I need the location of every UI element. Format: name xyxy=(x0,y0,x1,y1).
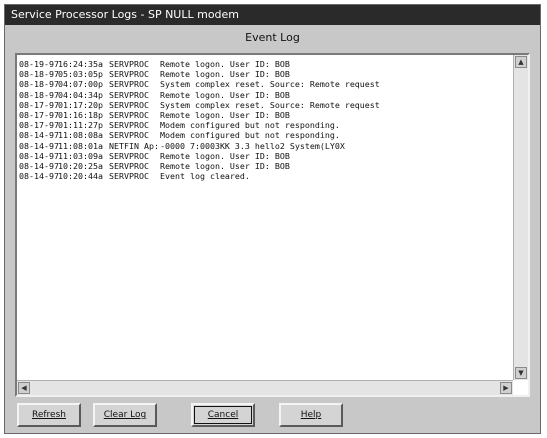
log-message: Modem configured but not responding. xyxy=(160,130,340,141)
cancel-button[interactable]: Cancel xyxy=(191,403,255,427)
window-title: Service Processor Logs - SP NULL modem xyxy=(5,5,540,25)
help-button[interactable]: Help xyxy=(279,403,343,427)
log-date: 08-14-97 xyxy=(19,160,59,171)
log-message: Remote logon. User ID: BOB xyxy=(160,109,290,120)
log-date: 08-14-97 xyxy=(19,171,59,182)
clear-log-button[interactable]: Clear Log xyxy=(93,403,157,427)
log-time: 01:11:27p xyxy=(58,120,103,131)
log-time: 01:17:20p xyxy=(58,99,103,110)
log-date: 08-14-97 xyxy=(19,140,59,151)
log-time: 10:20:44a xyxy=(58,171,103,182)
log-source: SERVPROC xyxy=(109,120,149,131)
log-message: System complex reset. Source: Remote req… xyxy=(160,79,380,90)
log-source: SERVPROC xyxy=(109,79,149,90)
log-date: 08-14-97 xyxy=(19,150,59,161)
log-message: Remote logon. User ID: BOB xyxy=(160,160,290,171)
log-date: 08-17-97 xyxy=(19,109,59,120)
log-time: 11:08:01a xyxy=(58,140,103,151)
scroll-up-arrow-icon[interactable]: ▲ xyxy=(515,56,527,68)
log-message: -0000 7:0003KK 3.3 hello2 System(LY0X xyxy=(160,140,345,151)
log-time: 05:03:05p xyxy=(58,69,103,80)
scroll-left-arrow-icon[interactable]: ◀ xyxy=(18,382,30,394)
horizontal-scrollbar[interactable]: ◀ ▶ xyxy=(17,380,513,395)
scroll-down-arrow-icon[interactable]: ▼ xyxy=(515,367,527,379)
event-log-panel: 08-19-97 16:24:35a SERVPROC Remote logon… xyxy=(15,53,530,397)
log-source: SERVPROC xyxy=(109,99,149,110)
log-message: Remote logon. User ID: BOB xyxy=(160,69,290,80)
log-row[interactable]: 08-14-97 11:08:01a NETFIN Ap: -0000 7:00… xyxy=(19,141,513,151)
log-date: 08-17-97 xyxy=(19,99,59,110)
vertical-scrollbar[interactable]: ▲ ▼ xyxy=(513,55,528,380)
log-row[interactable]: 08-14-97 10:20:25a SERVPROC Remote logon… xyxy=(19,161,513,171)
log-source: SERVPROC xyxy=(109,89,149,100)
log-date: 08-18-97 xyxy=(19,79,59,90)
log-date: 08-19-97 xyxy=(19,59,59,69)
service-processor-logs-window: Service Processor Logs - SP NULL modem E… xyxy=(4,4,541,434)
refresh-button[interactable]: Refresh xyxy=(17,403,81,427)
button-bar: Refresh Clear Log Cancel Help xyxy=(5,403,540,431)
log-time: 11:08:08a xyxy=(58,130,103,141)
log-row[interactable]: 08-14-97 11:08:08a SERVPROC Modem config… xyxy=(19,130,513,140)
log-row[interactable]: 08-14-97 10:20:44a SERVPROC Event log cl… xyxy=(19,171,513,181)
log-row[interactable]: 08-18-97 05:03:05p SERVPROC Remote logon… xyxy=(19,69,513,79)
log-date: 08-18-97 xyxy=(19,89,59,100)
log-time: 16:24:35a xyxy=(58,59,103,69)
log-source: SERVPROC xyxy=(109,59,149,69)
log-source: SERVPROC xyxy=(109,69,149,80)
log-row[interactable]: 08-18-97 04:07:00p SERVPROC System compl… xyxy=(19,79,513,89)
log-message: Remote logon. User ID: BOB xyxy=(160,89,290,100)
log-message: Modem configured but not responding. xyxy=(160,120,340,131)
event-log-list[interactable]: 08-19-97 16:24:35a SERVPROC Remote logon… xyxy=(19,59,513,377)
log-message: Remote logon. User ID: BOB xyxy=(160,150,290,161)
log-row[interactable]: 08-17-97 01:11:27p SERVPROC Modem config… xyxy=(19,120,513,130)
log-date: 08-14-97 xyxy=(19,130,59,141)
log-time: 04:07:00p xyxy=(58,79,103,90)
log-row[interactable]: 08-18-97 04:04:34p SERVPROC Remote logon… xyxy=(19,90,513,100)
event-log-heading: Event Log xyxy=(245,31,300,44)
log-row[interactable]: 08-19-97 16:24:35a SERVPROC Remote logon… xyxy=(19,59,513,69)
log-time: 11:03:09a xyxy=(58,150,103,161)
log-source: SERVPROC xyxy=(109,171,149,182)
log-row[interactable]: 08-17-97 01:17:20p SERVPROC System compl… xyxy=(19,100,513,110)
log-row[interactable]: 08-14-97 11:03:09a SERVPROC Remote logon… xyxy=(19,151,513,161)
log-source: SERVPROC xyxy=(109,160,149,171)
log-message: System complex reset. Source: Remote req… xyxy=(160,99,380,110)
log-time: 10:20:25a xyxy=(58,160,103,171)
scroll-right-arrow-icon[interactable]: ▶ xyxy=(500,382,512,394)
log-source: SERVPROC xyxy=(109,109,149,120)
log-date: 08-18-97 xyxy=(19,69,59,80)
log-source: SERVPROC xyxy=(109,150,149,161)
log-message: Remote logon. User ID: BOB xyxy=(160,59,290,69)
log-time: 04:04:34p xyxy=(58,89,103,100)
log-source: NETFIN Ap: xyxy=(109,140,159,151)
log-row[interactable]: 08-17-97 01:16:18p SERVPROC Remote logon… xyxy=(19,110,513,120)
log-time: 01:16:18p xyxy=(58,109,103,120)
log-source: SERVPROC xyxy=(109,130,149,141)
log-date: 08-17-97 xyxy=(19,120,59,131)
log-message: Event log cleared. xyxy=(160,171,250,182)
